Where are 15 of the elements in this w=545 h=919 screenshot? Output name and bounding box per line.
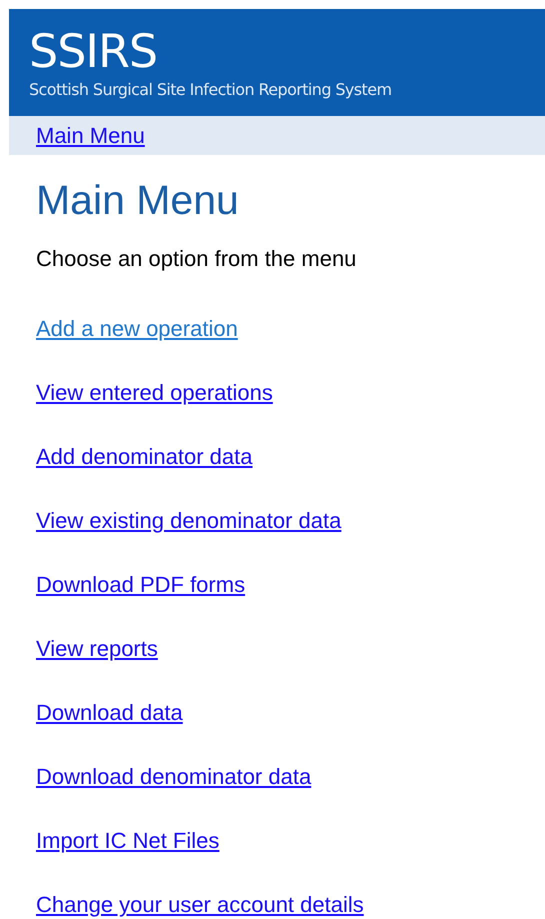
menu-link[interactable]: Add denominator data: [36, 444, 252, 470]
menu-link[interactable]: Change your user account details: [36, 892, 364, 918]
menu-link[interactable]: View existing denominator data: [36, 508, 342, 534]
menu-link[interactable]: Download denominator data: [36, 764, 312, 790]
breadcrumb-link[interactable]: Main Menu: [36, 122, 145, 148]
menu-link[interactable]: Download PDF forms: [36, 572, 246, 598]
subtitle: Scottish Surgical Site Infection Reporting System: [29, 79, 392, 101]
menu-link[interactable]: View reports: [36, 636, 158, 662]
menu-link[interactable]: Import IC Net Files: [36, 828, 220, 854]
intro-text: Choose an option from the menu: [36, 246, 356, 272]
menu-link[interactable]: Download data: [36, 700, 183, 726]
menu-link[interactable]: View entered operations: [36, 380, 273, 406]
menu-link[interactable]: Add a new operation: [36, 316, 238, 342]
logo: SSIRS: [29, 27, 158, 75]
page-title: Main Menu: [36, 176, 239, 225]
